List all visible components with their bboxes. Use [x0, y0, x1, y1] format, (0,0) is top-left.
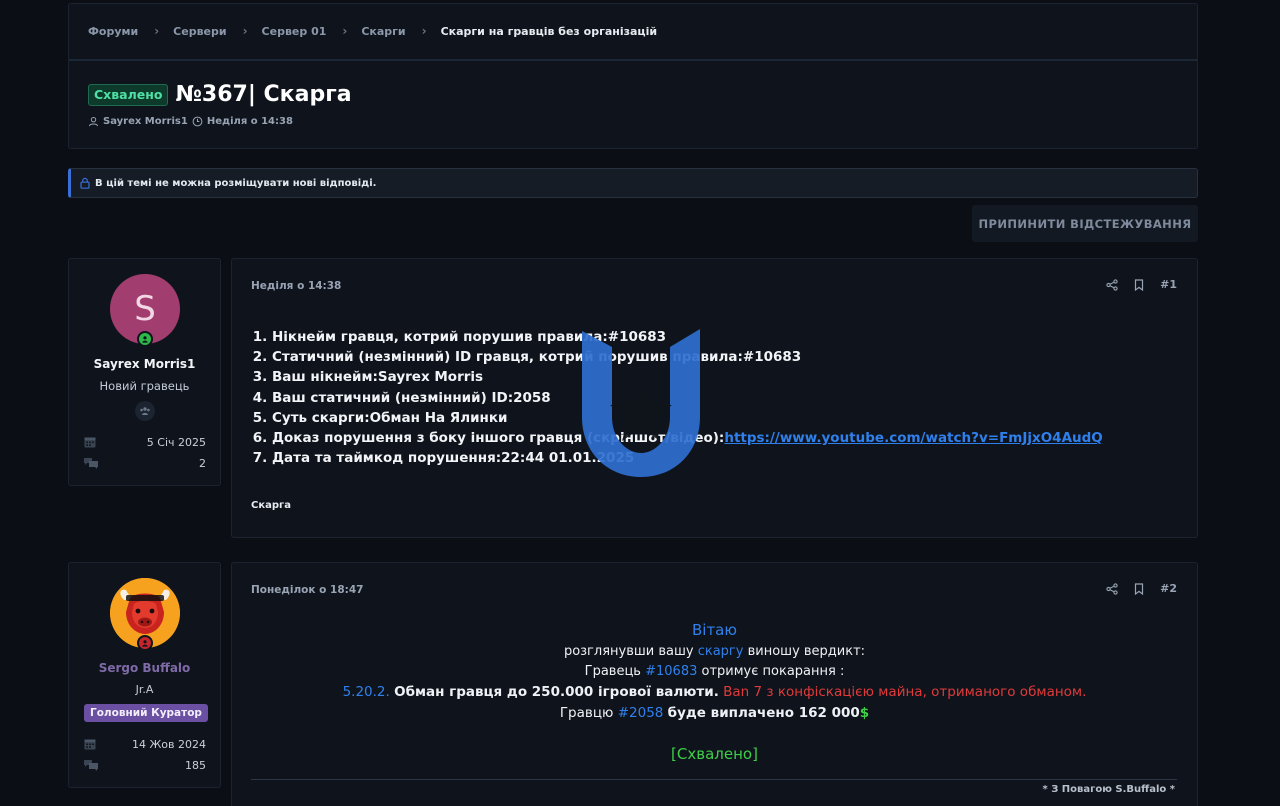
verdict-line-4: Гравцю #2058 буде виплачено 162 000$: [232, 705, 1197, 721]
verdict-greeting: Вітаю: [232, 621, 1197, 639]
unwatch-button[interactable]: ПРИПИНИТИ ВІДСТЕЖУВАННЯ: [972, 205, 1198, 242]
currency-symbol: $: [859, 705, 870, 721]
complaint-link[interactable]: скаргу: [698, 644, 744, 659]
status-badge[interactable]: Схвалено: [88, 83, 169, 106]
user-title: Jr.A: [135, 683, 154, 696]
share-icon[interactable]: [1106, 278, 1118, 291]
logo-watermark-icon: [582, 329, 700, 477]
avatar-letter: S: [134, 289, 156, 329]
online-status-icon: [137, 331, 153, 347]
calendar-icon: [84, 739, 96, 750]
thread-meta: Sayrex Morris1 Неділя о 14:38: [88, 116, 293, 127]
thread-date[interactable]: Неділя о 14:38: [207, 116, 293, 127]
page-title: №367| Скарга: [175, 82, 352, 107]
user-messages: 185: [83, 758, 206, 772]
header-divider: [69, 59, 1197, 61]
post-signature: * З Повагою S.Buffalo *: [1042, 784, 1175, 795]
post-2: Понеділок о 18:47 #2 Вітаю розглянувши в…: [231, 562, 1198, 806]
messages-icon: [84, 760, 98, 771]
calendar-icon: [84, 437, 96, 448]
bookmark-icon[interactable]: [1134, 278, 1144, 291]
punishment-text: Ban 7 з конфіскацією майна, отриманого о…: [723, 684, 1087, 700]
joined-date: 5 Січ 2025: [146, 435, 206, 449]
verdict-status: [Схвалено]: [232, 745, 1197, 763]
offender-id: #10683: [645, 664, 698, 679]
user-card: Sergo Buffalo Jr.A Головний Куратор 14 Ж…: [68, 562, 221, 788]
post-tools: #1: [1106, 278, 1177, 291]
rule-description: Обман гравця до 250.000 ігрової валюти.: [394, 684, 719, 700]
verdict-text: Гравець: [584, 664, 641, 679]
chevron-right-icon: ›: [154, 24, 160, 38]
bookmark-icon[interactable]: [1134, 582, 1144, 595]
greeting-text: Вітаю: [691, 621, 737, 639]
verdict-text: розглянувши вашу: [563, 644, 694, 659]
user-icon: [88, 116, 99, 127]
username[interactable]: Sergo Buffalo: [69, 661, 220, 675]
breadcrumb: Форуми › Сервери › Сервер 01 › Скарги › …: [88, 24, 657, 38]
verdict-line-1: розглянувши вашу скаргу виношу вердикт:: [232, 644, 1197, 659]
thread-author[interactable]: Sayrex Morris1: [103, 116, 188, 127]
rule-number: 5.20.2.: [342, 684, 390, 700]
group-icon: [135, 401, 155, 421]
user-joined: 14 Жов 2024: [83, 737, 206, 751]
breadcrumb-complaints[interactable]: Скарги: [361, 25, 405, 38]
post-tools: #2: [1106, 582, 1177, 595]
offline-status-icon: [137, 635, 153, 651]
verdict-text: отримує покарання :: [701, 664, 845, 679]
post-number[interactable]: #2: [1160, 582, 1177, 595]
post-date[interactable]: Понеділок о 18:47: [251, 584, 363, 596]
share-icon[interactable]: [1106, 582, 1118, 595]
post-1: Неділя о 14:38 #1 Нікнейм гравця, котрий…: [231, 258, 1198, 538]
complainant-id: #2058: [617, 705, 664, 721]
post-date[interactable]: Неділя о 14:38: [251, 280, 341, 292]
locked-notice: В цій темі не можна розміщувати нові від…: [68, 168, 1198, 198]
user-joined: 5 Січ 2025: [83, 435, 206, 449]
messages-icon: [84, 458, 98, 469]
role-badge: Головний Куратор: [84, 704, 208, 722]
user-title: Новий гравець: [99, 379, 190, 393]
chevron-right-icon: ›: [242, 24, 248, 38]
title-row: Схвалено №367| Скарга: [88, 82, 352, 107]
approved-status: [Схвалено]: [671, 745, 758, 763]
breadcrumb-server-01[interactable]: Сервер 01: [262, 25, 327, 38]
message-count: 185: [185, 758, 206, 772]
breadcrumb-servers[interactable]: Сервери: [173, 25, 226, 38]
notice-text: В цій темі не можна розміщувати нові від…: [95, 177, 377, 189]
message-count: 2: [199, 456, 206, 470]
chevron-right-icon: ›: [342, 24, 348, 38]
user-card: S Sayrex Morris1 Новий гравець 5 Січ 202…: [68, 258, 221, 486]
post-signature: Скарга: [251, 500, 292, 511]
verdict-text: виношу вердикт:: [747, 644, 866, 659]
breadcrumb-forums[interactable]: Форуми: [88, 25, 138, 38]
clock-icon: [192, 116, 203, 127]
payout-text: буде виплачено 162 000: [667, 705, 860, 721]
signature-divider: [251, 779, 1177, 780]
thread-header: Форуми › Сервери › Сервер 01 › Скарги › …: [68, 3, 1198, 149]
chevron-right-icon: ›: [421, 24, 427, 38]
verdict-text: Гравцю: [559, 705, 614, 721]
lock-icon: [80, 177, 90, 189]
breadcrumb-current[interactable]: Скарги на гравців без організацій: [441, 25, 657, 38]
verdict-line-3: 5.20.2. Обман гравця до 250.000 ігрової …: [232, 684, 1197, 700]
post-number[interactable]: #1: [1160, 278, 1177, 291]
joined-date: 14 Жов 2024: [131, 737, 206, 751]
username[interactable]: Sayrex Morris1: [69, 357, 220, 371]
verdict-line-2: Гравець #10683 отримує покарання :: [232, 664, 1197, 679]
user-messages: 2: [83, 456, 206, 470]
evidence-link[interactable]: https://www.youtube.com/watch?v=FmJjxO4A…: [724, 430, 1102, 446]
